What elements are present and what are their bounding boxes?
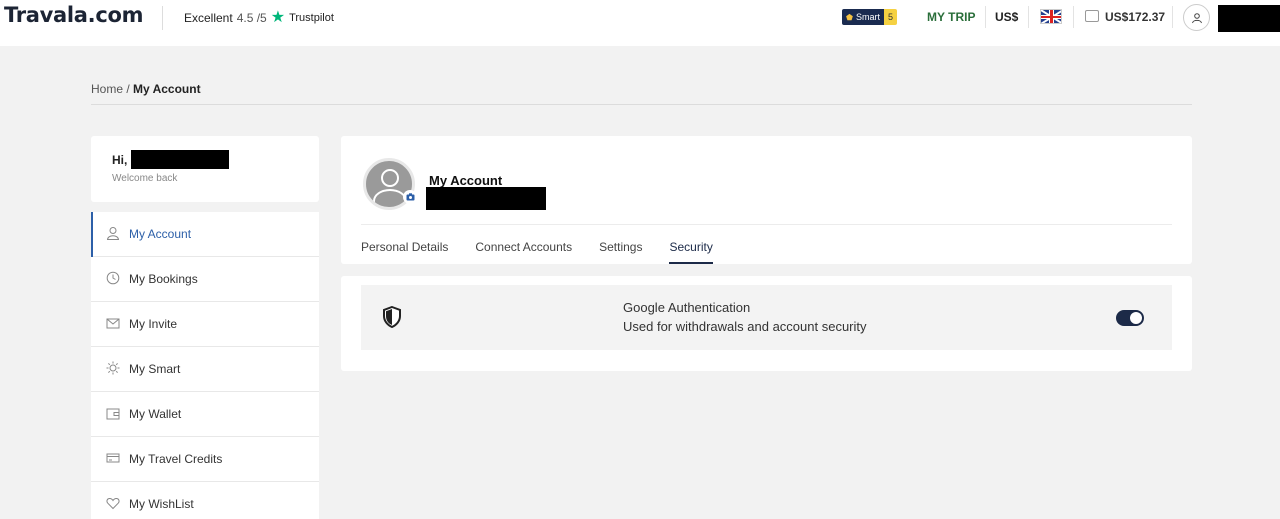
sidebar-item-label: My Invite [129,317,178,331]
sidebar-menu: My Account My Bookings My Invite My Smar… [91,212,319,519]
tab-security[interactable]: Security [669,240,714,264]
redacted-name [131,150,229,169]
header-separator [1028,6,1029,28]
rating-score: 4.5 /5 [236,11,267,25]
user-icon [1191,12,1202,23]
redacted-username [1218,5,1280,32]
sidebar-item-my-invite[interactable]: My Invite [91,302,319,347]
top-header: Travala.com Excellent 4.5 /5 ★ Trustpilo… [0,0,1280,46]
my-trip-link[interactable]: MY TRIP [927,10,975,24]
wallet-icon [105,406,120,423]
user-menu-button[interactable] [1183,4,1210,31]
clock-icon [105,271,120,288]
uk-flag-icon[interactable] [1040,9,1062,24]
tab-connect-accounts[interactable]: Connect Accounts [475,240,572,264]
smart-badge[interactable]: ⬟ Smart 5 [842,9,897,25]
credit-card-icon [105,451,120,468]
sidebar-item-label: My Smart [129,362,181,376]
google-auth-subtitle: Used for withdrawals and account securit… [623,319,867,334]
security-card: Google Authentication Used for withdrawa… [341,276,1192,371]
breadcrumb-separator: / [123,82,134,96]
heart-icon [105,496,120,513]
tab-personal-details[interactable]: Personal Details [361,240,448,264]
wallet-icon[interactable] [1085,10,1099,22]
google-auth-row: Google Authentication Used for withdrawa… [361,285,1172,350]
user-icon [105,226,120,243]
tab-settings[interactable]: Settings [599,240,642,264]
logo[interactable]: Travala.com [4,3,144,27]
sidebar-item-label: My Wallet [129,407,182,421]
account-tabs: Personal Details Connect Accounts Settin… [361,240,740,264]
card-divider [361,224,1172,225]
google-auth-toggle[interactable] [1116,310,1144,326]
trustpilot-rating[interactable]: Excellent 4.5 /5 ★ Trustpilot [184,9,334,26]
smart-shield-icon: ⬟ [846,12,853,22]
shield-icon [383,306,401,328]
sidebar-item-my-wishlist[interactable]: My WishList [91,482,319,519]
smart-level: 5 [883,9,897,25]
sidebar-item-label: My Account [129,227,192,241]
breadcrumb-home[interactable]: Home [91,82,123,96]
breadcrumb-current: My Account [133,82,201,96]
sidebar-item-my-travel-credits[interactable]: My Travel Credits [91,437,319,482]
breadcrumb-divider [91,104,1192,105]
sidebar-item-my-smart[interactable]: My Smart [91,347,319,392]
sidebar-item-my-bookings[interactable]: My Bookings [91,257,319,302]
page-title: My Account [429,173,503,188]
greeting: Hi, [112,153,128,167]
account-card: My Account Personal Details Connect Acco… [341,136,1192,264]
greeting-card: Hi, Welcome back [91,136,319,202]
sidebar-item-my-account[interactable]: My Account [91,212,319,257]
wallet-balance[interactable]: US$172.37 [1105,10,1165,24]
header-separator [985,6,986,28]
smart-label: Smart [855,12,880,22]
sidebar-item-label: My Bookings [129,272,198,286]
sidebar-item-label: My Travel Credits [129,452,223,466]
breadcrumb: Home / My Account [91,82,201,96]
sidebar-item-label: My WishList [129,497,194,511]
sidebar-item-my-wallet[interactable]: My Wallet [91,392,319,437]
header-divider [162,6,163,30]
sun-icon [105,361,120,378]
rating-label: Excellent [184,11,233,25]
camera-icon[interactable] [403,190,417,204]
header-separator [1073,6,1074,28]
envelope-icon [105,316,120,333]
header-separator [1172,6,1173,28]
welcome-text: Welcome back [112,173,178,184]
toggle-knob [1130,312,1142,324]
google-auth-title: Google Authentication [623,300,751,315]
currency-selector[interactable]: US$ [995,10,1018,24]
trustpilot-star-icon: ★ [270,9,286,26]
trustpilot-label: Trustpilot [289,12,334,24]
redacted-email [426,187,546,210]
